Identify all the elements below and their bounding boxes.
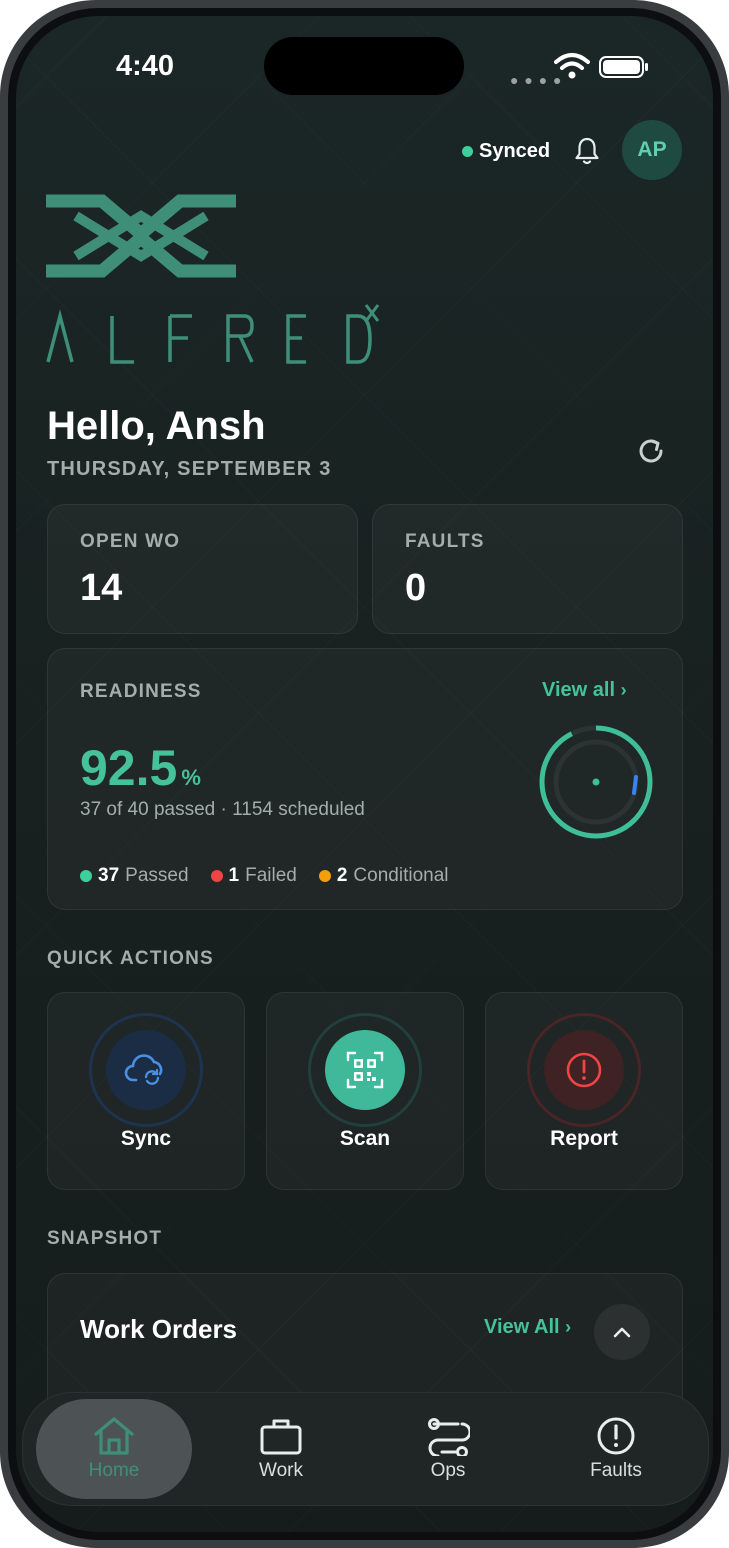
legend-failed: 1 Failed	[210, 865, 297, 887]
alfred-logo-wordmark	[46, 304, 380, 364]
legend-passed-label: Passed	[125, 865, 189, 886]
readiness-gauge	[539, 725, 653, 839]
alfred-logo-mark	[46, 194, 236, 278]
tab-work[interactable]: Work	[208, 1393, 354, 1505]
legend-passed-count: 37	[98, 865, 120, 886]
wifi-icon	[554, 53, 590, 79]
greeting-date: THURSDAY, SEPTEMBER 3	[47, 458, 332, 480]
faults-value: 0	[405, 567, 427, 609]
sync-status-label: Synced	[479, 140, 551, 162]
readiness-percent-value: 92.5	[80, 740, 178, 796]
tab-faults[interactable]: Faults	[543, 1393, 689, 1505]
tab-ops[interactable]: Ops	[375, 1393, 521, 1505]
chevron-up-icon	[613, 1327, 631, 1338]
legend-conditional-count: 2	[336, 865, 348, 886]
avatar[interactable]: AP	[622, 120, 682, 180]
open-wo-card[interactable]: OPEN WO 14	[47, 504, 358, 634]
sync-action-button[interactable]: Sync	[47, 992, 245, 1190]
legend-passed: 37 Passed	[80, 865, 189, 887]
work-orders-view-all-link[interactable]: View All ›	[484, 1316, 571, 1339]
report-action-ring	[527, 1013, 641, 1127]
scan-action-ring	[308, 1013, 422, 1127]
app-screen: 4:40 ● ● ● ● Synced AP Hello, Ansh THURS…	[16, 16, 713, 1532]
report-action-label: Report	[550, 1127, 618, 1150]
legend-conditional-label: Conditional	[353, 865, 449, 886]
readiness-view-all-link[interactable]: View all ›	[542, 679, 627, 702]
tab-work-label: Work	[259, 1460, 303, 1481]
readiness-percent: 92.5 %	[80, 739, 201, 797]
readiness-percent-unit: %	[181, 765, 201, 790]
snapshot-label: SNAPSHOT	[47, 1228, 163, 1249]
scan-action-button[interactable]: Scan	[266, 992, 464, 1190]
legend-conditional-dot	[318, 870, 331, 882]
alert-circle-icon	[597, 1417, 635, 1455]
report-action-button[interactable]: Report	[485, 992, 683, 1190]
qr-code-icon	[346, 1051, 384, 1089]
readiness-summary: 37 of 40 passed · 1154 scheduled	[80, 799, 365, 820]
work-orders-view-all-label: View All	[484, 1316, 560, 1338]
readiness-legend: 37 Passed 1 Failed 2 Conditional	[80, 865, 449, 887]
battery-icon	[599, 56, 648, 78]
scan-action-label: Scan	[339, 1127, 391, 1150]
work-orders-title: Work Orders	[80, 1314, 238, 1344]
quick-actions-label: QUICK ACTIONS	[47, 948, 214, 969]
sync-action-icon-bg	[106, 1030, 186, 1110]
greeting-title: Hello, Ansh	[47, 404, 266, 448]
readiness-label: READINESS	[80, 681, 202, 702]
chevron-right-icon: ›	[620, 680, 627, 700]
tab-ops-label: Ops	[430, 1460, 466, 1481]
legend-passed-dot	[80, 870, 92, 882]
chevron-right-icon: ›	[565, 1317, 572, 1337]
open-wo-value: 14	[80, 567, 123, 609]
device-frame: 4:40 ● ● ● ● Synced AP Hello, Ansh THURS…	[0, 0, 729, 1548]
sync-status-dot	[462, 146, 473, 157]
report-action-icon-bg	[544, 1030, 624, 1110]
readiness-card: READINESS View all › 92.5 % 37 of 40 pas…	[47, 648, 683, 910]
dynamic-island	[264, 37, 464, 95]
home-icon	[94, 1417, 134, 1455]
sync-action-ring	[89, 1013, 203, 1127]
alert-circle-icon	[566, 1052, 602, 1088]
faults-card[interactable]: FAULTS 0	[372, 504, 683, 634]
readiness-view-all-label: View all	[542, 679, 616, 701]
legend-failed-dot	[210, 870, 223, 882]
status-time: 4:40	[116, 50, 175, 82]
cloud-sync-icon	[124, 1054, 163, 1085]
sync-status[interactable]: Synced	[462, 140, 550, 163]
legend-failed-count: 1	[228, 865, 240, 886]
tab-home-label: Home	[88, 1460, 140, 1481]
legend-conditional: 2 Conditional	[318, 865, 449, 887]
refresh-icon[interactable]	[636, 436, 666, 466]
bottom-tab-bar: Home Work Ops Faults	[22, 1392, 709, 1506]
tab-home[interactable]: Home	[36, 1393, 192, 1505]
workflow-icon	[428, 1418, 470, 1456]
briefcase-icon	[260, 1419, 302, 1455]
open-wo-label: OPEN WO	[80, 531, 181, 552]
sync-action-label: Sync	[120, 1127, 172, 1150]
faults-label: FAULTS	[405, 531, 485, 552]
tab-faults-label: Faults	[590, 1460, 642, 1481]
bell-icon[interactable]	[574, 136, 600, 166]
scan-action-icon-bg	[325, 1030, 405, 1110]
legend-failed-label: Failed	[245, 865, 297, 886]
collapse-button[interactable]	[594, 1304, 650, 1360]
